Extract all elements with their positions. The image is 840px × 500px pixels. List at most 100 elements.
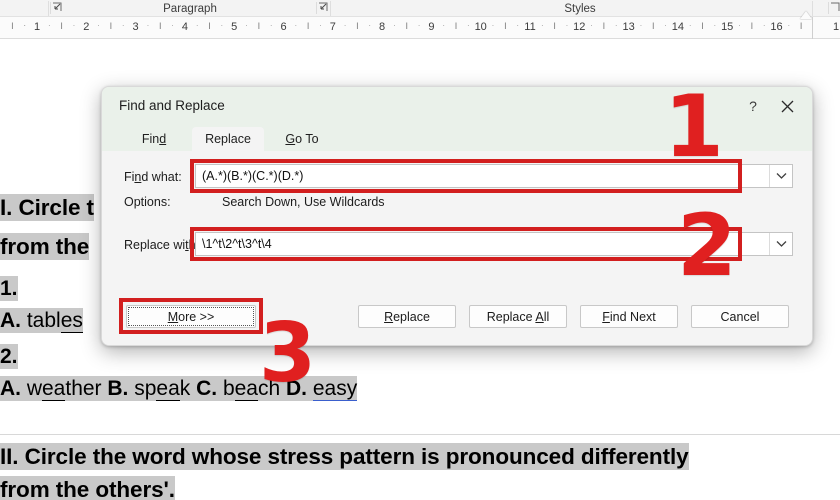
ruler-half-tick: I [799,21,803,31]
document-text: 1. [0,276,18,301]
ruler-minor-tick: · [72,21,76,30]
ruler-number: 1 [33,21,41,33]
chevron-down-icon[interactable] [769,165,792,187]
ruler-minor-tick: · [614,21,618,30]
document-heading-line-2: from the [0,233,90,260]
replace-all-button[interactable]: Replace All [469,305,567,328]
ruler-minor-tick: · [171,21,174,30]
more-button-label: More >> [167,309,215,324]
dialog-launcher-icon[interactable] [828,2,840,14]
ruler-minor-tick: · [294,21,298,30]
document-text: from the others'. [0,476,175,500]
document-text: 2. [0,344,18,369]
ruler-minor-tick: · [590,21,593,30]
ribbon-group-label: Styles [564,2,596,15]
ruler-minor-tick: I [11,21,14,31]
ruler-number: 2 [83,21,90,33]
dialog-launcher-icon[interactable] [50,2,62,14]
replace-with-label: Replace with: [124,238,200,252]
ribbon-group-divider [812,1,813,16]
ruler-minor-tick: · [146,21,150,30]
opt-word-easy: easy [312,377,358,401]
close-icon[interactable] [772,93,802,119]
ruler-number: 8 [379,21,386,33]
find-what-label: Find what: [124,170,182,184]
tab-replace[interactable]: Replace [192,127,264,151]
ruler-minor-tick: · [664,21,667,30]
ruler-minor-tick: · [23,21,27,30]
ruler-minor-tick: · [565,21,569,30]
replace-button[interactable]: Replace [358,305,456,328]
ruler-minor-tick: · [393,21,396,30]
ruler-minor-tick: · [368,21,372,30]
ruler-minor-tick: · [343,21,347,30]
ruler-number: 11 [524,21,536,33]
ruler-minor-tick: · [97,21,100,30]
ruler-minor-tick: · [639,21,643,30]
ruler-number: 13 [622,21,635,33]
ruler-half-tick: I [651,21,655,31]
ruler-half-tick: I [504,21,507,31]
ruler-minor-tick: · [417,21,421,30]
ruler-half-tick: I [454,21,458,31]
document-text: I. Circle t [0,194,94,221]
ruler-minor-tick: · [540,21,544,30]
document-text: II. Circle the word whose stress pattern… [0,443,689,470]
tab-label: Find [141,132,167,146]
ruler-minor-tick: · [713,21,717,30]
document-text: from the [0,233,90,260]
ruler-number: 7 [329,21,336,33]
find-next-button[interactable]: Find Next [580,305,678,328]
opt-letter-c: C. [196,377,218,400]
ruler-margin-edge [812,17,813,39]
ribbon-group-styles: Styles [430,0,730,17]
replace-button-label: Replace [384,309,430,324]
tab-go-to[interactable]: Go To [266,127,338,151]
ruler-half-tick: I [109,21,113,31]
document-question-number-1: 1. [0,276,18,301]
ruler-minor-tick: · [319,21,322,30]
document-divider [0,434,840,435]
options-value: Search Down, Use Wildcards [222,195,385,209]
ruler-number: 16 [770,21,783,33]
annotation-step-3: 3 [259,306,317,401]
document-heading-line-3: II. Circle the word whose stress pattern… [0,443,689,470]
ruler-half-tick: I [158,21,162,31]
ruler-half-tick: I [750,21,754,31]
horizontal-ruler[interactable]: 1 · · I 2 · · I 3 · · I 4 · · I 5 · · I 6 · · I 7 · · I 8 · · I 9 · · I 10 · ·… [0,17,840,39]
chevron-down-icon[interactable] [769,233,792,255]
annotation-step-1: 1 [664,77,724,177]
ruler-minor-tick: · [491,21,495,30]
ruler-minor-tick: · [442,21,446,30]
ruler-minor-tick: · [269,21,273,30]
right-indent-marker[interactable] [800,11,812,19]
ruler-half-tick: I [208,21,211,31]
document-answer-line-1: A. tables [0,308,83,333]
document-question-number-2: 2. [0,344,18,369]
cancel-button[interactable]: Cancel [691,305,789,328]
ruler-minor-tick: · [762,21,766,30]
help-icon[interactable]: ? [738,93,768,119]
ribbon-group-divider [330,1,331,16]
more-button[interactable]: More >> [126,305,256,328]
ruler-minor-tick: · [787,21,791,30]
ruler-minor-tick: · [195,21,199,30]
tab-label: Replace [205,132,251,146]
tab-label: Go To [285,132,319,146]
ruler-number: 12 [573,21,586,33]
app-root: Paragraph Styles 1 · · I 2 · · I 3 · · I 4 · · I 5 · · I 6 · ·… [0,0,840,500]
document-heading-line-1: I. Circle t [0,194,94,221]
dialog-launcher-icon[interactable] [316,2,328,14]
tab-find[interactable]: Find [118,127,190,151]
ruler-half-tick: I [701,21,704,31]
ruler-half-tick: I [405,21,409,31]
ruler-number: 14 [671,21,685,33]
cancel-button-label: Cancel [720,309,760,324]
help-glyph: ? [749,98,757,114]
opt-letter-b: B. [107,377,129,400]
ruler-minor-tick: · [738,21,741,30]
ruler-number: 9 [428,21,435,33]
ruler-minor-tick: · [467,21,470,30]
ruler-minor-tick: · [220,21,224,30]
opt-letter-a: A. [0,377,21,400]
